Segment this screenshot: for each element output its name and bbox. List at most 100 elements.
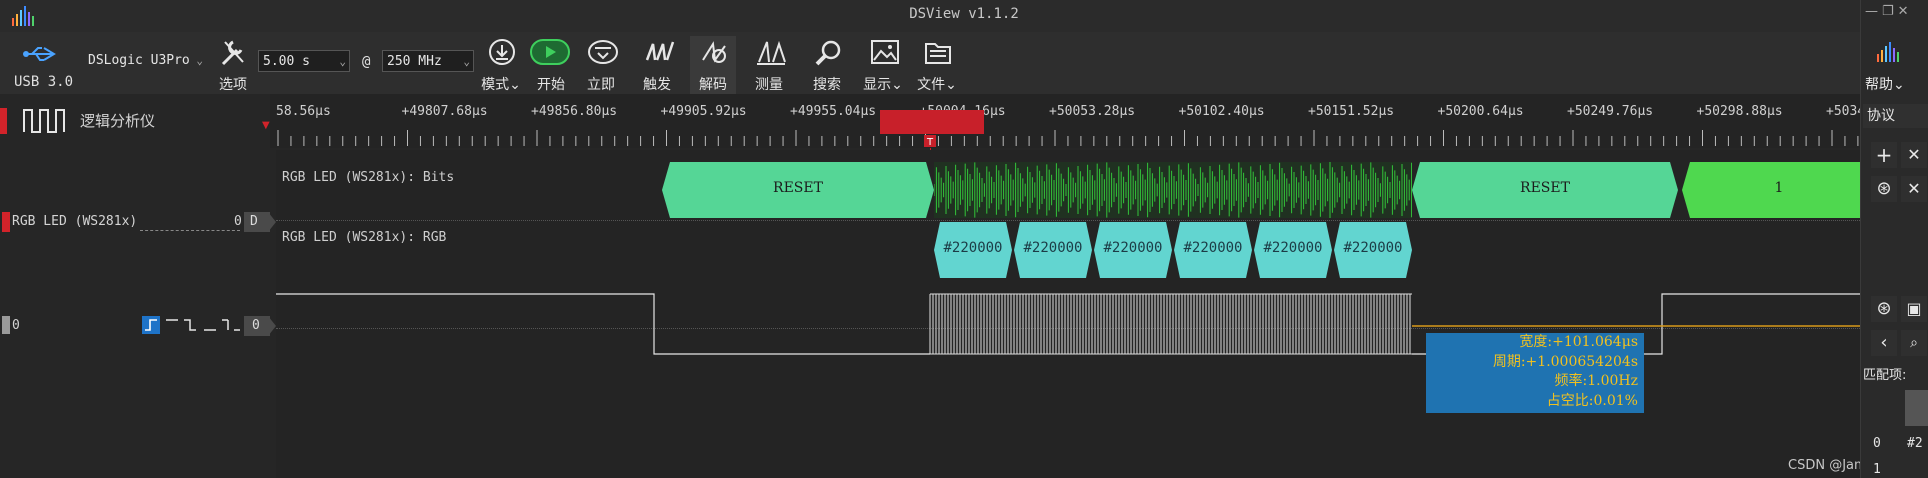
bits-reset-block[interactable]: RESET <box>662 162 934 218</box>
title-bar: DSView v1.1.2 <box>0 0 1928 32</box>
measure-icon <box>757 40 786 65</box>
decode-button[interactable]: 解码 <box>690 36 736 94</box>
match-input[interactable] <box>1905 390 1928 426</box>
rgb-block[interactable]: #220000 <box>1334 222 1412 278</box>
sample-rate-select[interactable]: 250 MHz ⌄ <box>382 50 474 72</box>
find-icon[interactable]: ⌕ <box>1901 330 1927 356</box>
decoder-divider <box>140 230 240 231</box>
trigger-type-icons[interactable] <box>164 316 246 334</box>
measure-frequency: 频率:1.00Hz <box>1554 373 1638 389</box>
result-index[interactable]: 0 <box>1873 436 1881 451</box>
save-icon[interactable]: ▣ <box>1901 296 1927 322</box>
match-label: 匹配项: <box>1863 368 1907 383</box>
close-protocol-icon[interactable]: ✕ <box>1901 176 1927 202</box>
ruler-label: +49856.80μs <box>531 104 618 119</box>
previous-match-icon[interactable]: ‹ <box>1871 330 1897 356</box>
trigger-marker[interactable] <box>880 110 984 134</box>
logic-analyzer-label: 逻辑分析仪 <box>80 112 156 130</box>
ruler-label: +50249.76μs <box>1567 104 1654 119</box>
rgb-block-label: #220000 <box>1343 240 1403 256</box>
ruler-ticks <box>277 130 1859 146</box>
ruler-label: +49807.68μs <box>401 104 488 119</box>
measurement-popup: 宽度:+101.064μs 周期:+1.000654204s 频率:1.00Hz… <box>1426 333 1644 413</box>
measure-period: 周期:+1.000654204s <box>1492 353 1638 370</box>
usb-icon <box>23 47 56 61</box>
bits-reset-block[interactable]: RESET <box>1412 162 1678 218</box>
bits-waveform <box>934 162 1412 218</box>
result-hash[interactable]: #2 <box>1907 436 1923 451</box>
ruler-label: +50151.52μs <box>1308 104 1395 119</box>
ruler-label: +50298.88μs <box>1696 104 1783 119</box>
bits-row-title: RGB LED (WS281x): Bits <box>282 170 455 185</box>
folder-icon <box>925 43 951 64</box>
display-button[interactable]: 显示⌄ <box>860 36 906 94</box>
measure-button[interactable]: 测量 <box>746 36 792 94</box>
device-select-value: DSLogic U3Pro <box>88 53 190 68</box>
remove-protocol-icon[interactable]: ✕ <box>1901 142 1927 168</box>
rgb-block[interactable]: #220000 <box>1174 222 1252 278</box>
ruler-label: +50102.40μs <box>1178 104 1265 119</box>
instant-button[interactable]: 立即 <box>578 36 624 94</box>
search-settings-icon[interactable]: ⊛ <box>1871 296 1897 322</box>
sample-time-select[interactable]: 5.00 s ⌄ <box>258 50 350 72</box>
decoder-index: 0 <box>234 214 242 229</box>
svg-text:T: T <box>926 137 934 148</box>
download-circle-icon <box>489 39 515 65</box>
rgb-block[interactable]: #220000 <box>1254 222 1332 278</box>
decode-icon <box>702 41 726 63</box>
mode-button[interactable]: 模式⌄ <box>478 36 524 94</box>
trigger-button[interactable]: 触发 <box>634 36 680 94</box>
collapse-arrow-icon[interactable]: ▼ <box>262 120 270 131</box>
logic-tag-arrow <box>268 316 276 336</box>
rgb-block[interactable]: #220000 <box>1094 222 1172 278</box>
usb-label: USB 3.0 <box>14 74 74 90</box>
display-label: 显示⌄ <box>863 77 903 93</box>
restore-icon[interactable]: ❐ <box>1882 4 1898 19</box>
close-icon[interactable]: ✕ <box>1898 4 1913 19</box>
sample-rate-value: 250 MHz <box>387 54 442 69</box>
ruler-label: +49955.04μs <box>790 104 877 119</box>
rgb-block-label: #220000 <box>1263 240 1323 256</box>
device-select[interactable]: DSLogic U3Pro ⌄ <box>84 50 206 72</box>
wrench-icon <box>221 40 244 66</box>
decoder-channel-label[interactable]: RGB LED (WS281x) <box>12 214 137 229</box>
rgb-block-label: #220000 <box>943 240 1003 256</box>
chevron-down-icon: ⌄ <box>463 55 470 68</box>
window-title: DSView v1.1.2 <box>909 6 1019 22</box>
search-button[interactable]: 搜索 <box>804 36 850 94</box>
logic-channel-marker <box>2 316 10 334</box>
help-button[interactable]: 帮助⌄ <box>1865 74 1905 94</box>
decoder-tag[interactable]: D <box>244 212 270 232</box>
rgb-row-title: RGB LED (WS281x): RGB <box>282 230 447 245</box>
rgb-block[interactable]: #220000 <box>934 222 1012 278</box>
options-label: 选项 <box>219 77 247 93</box>
logic-index-tag[interactable]: 0 <box>244 316 270 336</box>
rgb-block-label: #220000 <box>1023 240 1083 256</box>
group-marker <box>0 108 7 134</box>
logic-channel-label[interactable]: 0 <box>12 318 20 333</box>
rising-edge-trigger-icon[interactable] <box>142 316 160 334</box>
cursor-t-icon: T <box>924 135 936 148</box>
at-symbol: @ <box>362 54 371 70</box>
ruler-label: +50053.28μs <box>1049 104 1136 119</box>
settings-icon[interactable]: ⊛ <box>1871 176 1897 202</box>
decode-label: 解码 <box>699 77 727 93</box>
ruler-label: +50200.64μs <box>1437 104 1524 119</box>
search-icon <box>815 40 841 66</box>
start-button[interactable]: 开始 <box>528 36 574 94</box>
window-controls[interactable]: —❐✕ <box>1865 4 1913 19</box>
search-label: 搜索 <box>813 77 841 93</box>
file-button[interactable]: 文件⌄ <box>914 36 960 94</box>
bits-one-block[interactable]: 1 <box>1682 162 1876 218</box>
decoder-tag-arrow <box>268 212 276 232</box>
bits-one-label: 1 <box>1774 180 1784 196</box>
right-panel: —❐✕ 帮助⌄ 协议 + ✕ ⊛ ✕ ⊛ ▣ ‹ ⌕ 匹配项: 0 #2 1 <box>1860 0 1928 478</box>
add-protocol-icon[interactable]: + <box>1871 142 1897 168</box>
result-index-next[interactable]: 1 <box>1873 462 1881 477</box>
options-button[interactable]: 选项 <box>210 36 256 94</box>
trigger-icon <box>645 41 675 61</box>
start-label: 开始 <box>537 77 565 93</box>
display-image-icon <box>871 40 899 64</box>
minimize-icon[interactable]: — <box>1865 4 1882 19</box>
rgb-block[interactable]: #220000 <box>1014 222 1092 278</box>
